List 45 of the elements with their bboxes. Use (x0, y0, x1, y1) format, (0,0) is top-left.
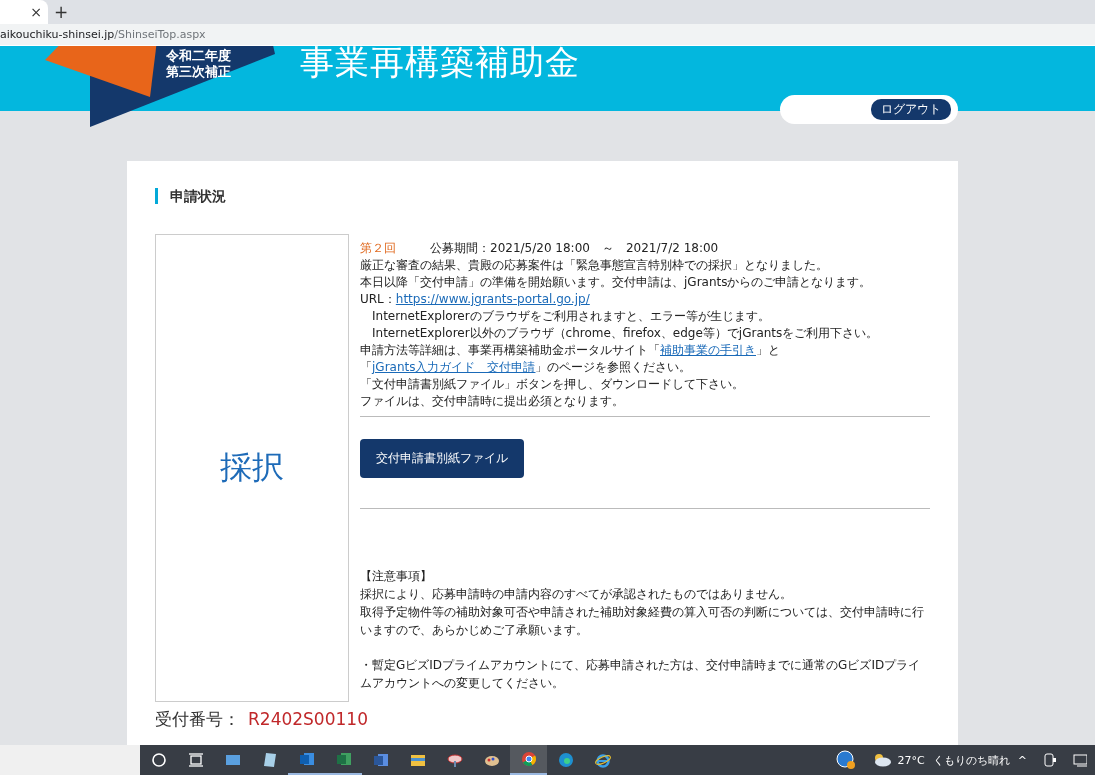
notes-text: 取得予定物件等の補助対象可否や申請された補助対象経費の算入可否の判断については、交付申請時に行いますので、あらかじめご了承願います。 (360, 604, 925, 639)
temperature-text[interactable]: 27°C (897, 753, 925, 767)
url-path: /ShinseiTop.aspx (114, 28, 206, 41)
url-host: aikouchiku-shinsei.jp (0, 28, 115, 41)
browser-icon (593, 751, 612, 769)
download-button[interactable]: 交付申請書別紙ファイル (360, 439, 524, 478)
mail-app-icon (297, 750, 316, 768)
notice-text: 「文付申請書別紙ファイル」ボタンを押し、ダウンロードして下さい。 (360, 376, 745, 393)
notice-text: URL：https://www.jgrants-portal.go.jp/ (360, 291, 591, 308)
period-text: 公募期間：2021/5/20 18:00 ～ 2021/7/2 18:00 (430, 241, 719, 255)
spreadsheet-icon (334, 750, 353, 768)
notes-text: ・暫定GビズIDプライムアカウントにて、応募申請された方は、交付申請時までに通常のGビズIDプライムアカウントへの変更してください。 (360, 657, 922, 692)
link[interactable]: https://www.jgrants-portal.go.jp/ (395, 292, 590, 306)
notice-text: 申請方法等詳細は、事業再構築補助金ポータルサイト「補助事業の手引き」と「jGrants入力ガイド 交付申請」のページを参照ください。 (360, 342, 781, 376)
link[interactable]: jGrants入力ガイド 交付申請 (372, 360, 536, 374)
banner-title: 事業再構築補助金 (300, 46, 580, 84)
logo-text: 令和二年度 第三次補正 (166, 48, 231, 80)
receipt-label: 受付番号： (155, 709, 240, 729)
device-icon[interactable] (1043, 752, 1057, 768)
notes-heading: 【注意事項】 (360, 568, 433, 585)
link[interactable]: 補助事業の手引き (660, 343, 756, 357)
network-icon[interactable] (1073, 752, 1087, 768)
taskbar-search-field[interactable] (0, 745, 140, 775)
new-tab-button[interactable]: + (54, 0, 69, 24)
circle-icon (149, 751, 168, 769)
notice-text: InternetExplorer以外のブラウザ（chrome、firefox、edge等）でjGrantsをご利用下さい。 (371, 325, 880, 342)
browser-icon (556, 751, 575, 769)
notes-text: 採択により、応募申請時の申請内容のすべてが承認されたものではありません。 (360, 586, 793, 603)
notice-text: ファイルは、交付申請時に提出必須となります。 (360, 393, 625, 410)
browser-tab[interactable]: × (0, 0, 48, 24)
logout-button[interactable]: ログアウト (871, 99, 951, 120)
round-label: 第２回 (360, 241, 396, 255)
browser-icon (519, 750, 538, 768)
tray-caret[interactable]: ^ (1017, 753, 1027, 767)
document-icon (371, 751, 390, 769)
notice-text: 厳正な審査の結果、貴殿の応募案件は「緊急事態宣言特別枠での採択」となりました。 (360, 257, 829, 274)
notice-text: InternetExplorerのブラウザをご利用されますと、エラー等が生じます。 (371, 308, 771, 325)
notice-text: 本日以降「交付申請」の準備を開始願います。交付申請は、jGrantsからのご申請となります。 (360, 274, 873, 291)
status-label: 採択 (220, 447, 284, 488)
task-view-icon (186, 751, 205, 769)
close-icon[interactable]: × (30, 4, 42, 20)
section-title: 申請状況 (155, 188, 930, 204)
receipt-number: R2402S00110 (248, 709, 368, 729)
weather-text[interactable]: くもりのち晴れ (932, 752, 1010, 768)
address-bar[interactable]: aikouchiku-shinsei.jp/ShinseiTop.aspx (0, 24, 1095, 46)
